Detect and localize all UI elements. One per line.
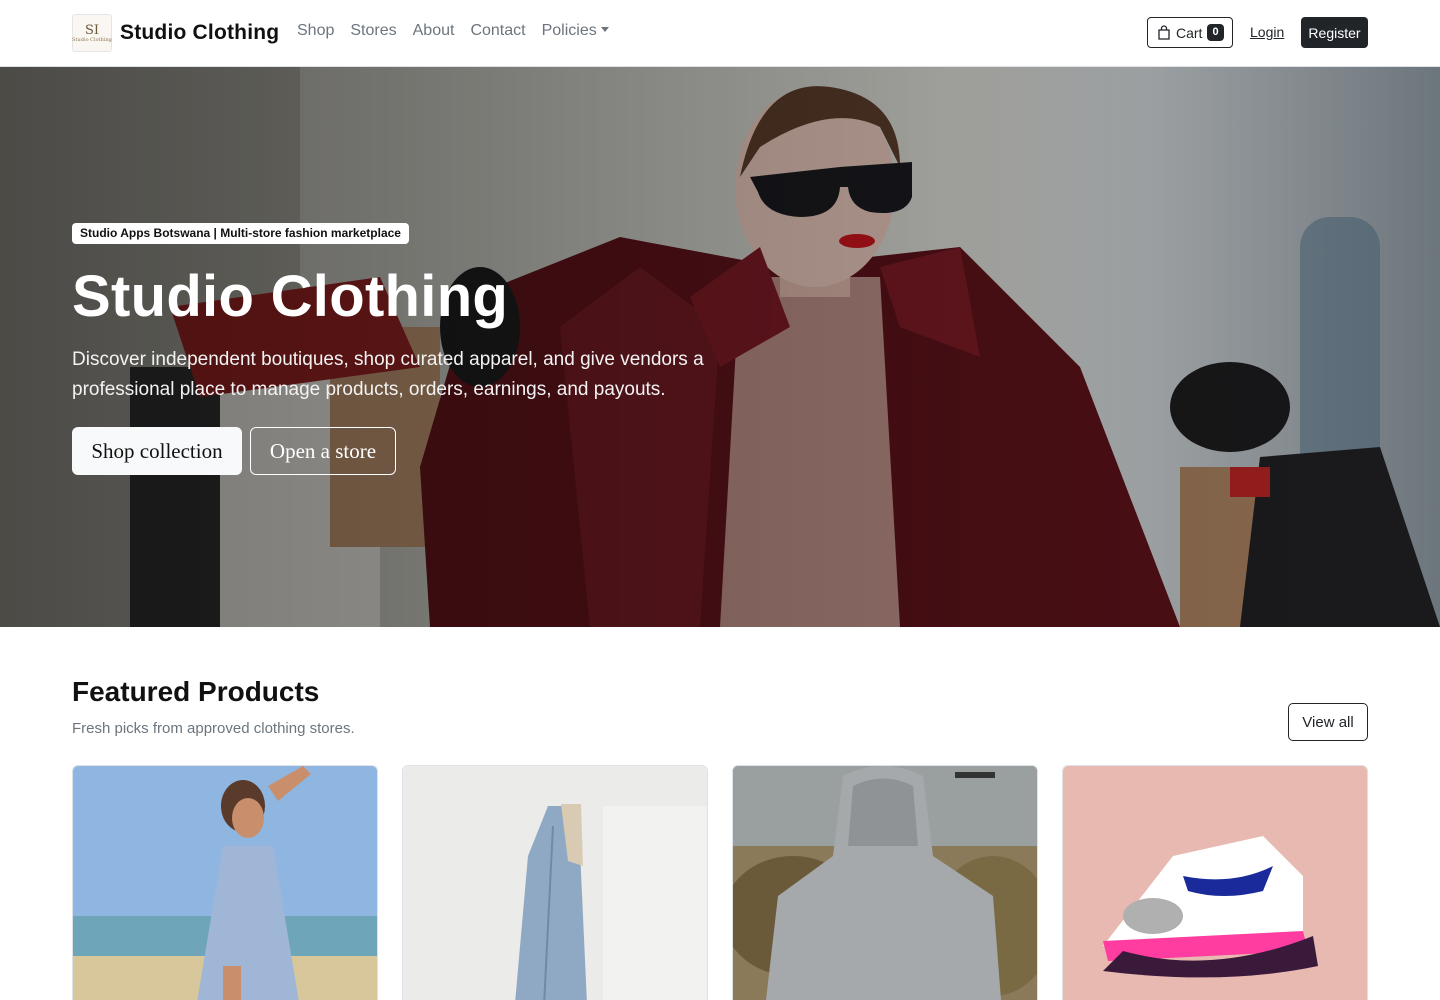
logo-caption: Studio Clothing bbox=[72, 36, 112, 43]
shop-collection-button[interactable]: Shop collection bbox=[72, 427, 242, 475]
main-nav: Shop Stores About Contact Policies bbox=[297, 22, 609, 40]
chevron-down-icon bbox=[600, 27, 609, 32]
product-image bbox=[403, 766, 707, 1000]
cart-count-badge: 0 bbox=[1207, 24, 1224, 41]
cart-label: Cart bbox=[1176, 24, 1203, 41]
top-navbar: SI Studio Clothing Studio Clothing Shop … bbox=[0, 0, 1440, 67]
product-image bbox=[73, 766, 377, 1000]
product-image bbox=[1063, 766, 1367, 1000]
brand-logo: SI Studio Clothing bbox=[72, 14, 112, 52]
product-card[interactable] bbox=[402, 765, 708, 1000]
open-store-button[interactable]: Open a store bbox=[250, 427, 396, 475]
register-button[interactable]: Register bbox=[1301, 17, 1368, 48]
nav-policies-dropdown[interactable]: Policies bbox=[542, 22, 609, 40]
shopping-bag-icon bbox=[1158, 25, 1170, 40]
nav-contact[interactable]: Contact bbox=[470, 22, 525, 40]
product-card[interactable] bbox=[72, 765, 378, 1000]
brand-link[interactable]: SI Studio Clothing Studio Clothing bbox=[72, 13, 279, 53]
nav-about[interactable]: About bbox=[413, 22, 455, 40]
product-card[interactable] bbox=[1062, 765, 1368, 1000]
hero-subtitle: Discover independent boutiques, shop cur… bbox=[72, 349, 704, 400]
cart-button[interactable]: Cart 0 bbox=[1147, 17, 1233, 48]
nav-stores[interactable]: Stores bbox=[350, 22, 396, 40]
featured-title: Featured Products bbox=[72, 676, 320, 707]
brand-name: Studio Clothing bbox=[120, 21, 280, 44]
logo-monogram: SI bbox=[84, 22, 100, 38]
hero-banner: Studio Apps Botswana | Multi-store fashi… bbox=[0, 67, 1440, 627]
login-link[interactable]: Login bbox=[1250, 24, 1284, 40]
product-card[interactable] bbox=[732, 765, 1038, 1000]
hero-tag-badge: Studio Apps Botswana | Multi-store fashi… bbox=[72, 223, 409, 244]
view-all-button[interactable]: View all bbox=[1288, 703, 1368, 741]
nav-shop[interactable]: Shop bbox=[297, 22, 334, 40]
nav-policies-label: Policies bbox=[541, 22, 597, 39]
featured-subtitle: Fresh picks from approved clothing store… bbox=[72, 720, 355, 737]
hero-title: Studio Clothing bbox=[72, 264, 509, 329]
product-image bbox=[733, 766, 1037, 1000]
